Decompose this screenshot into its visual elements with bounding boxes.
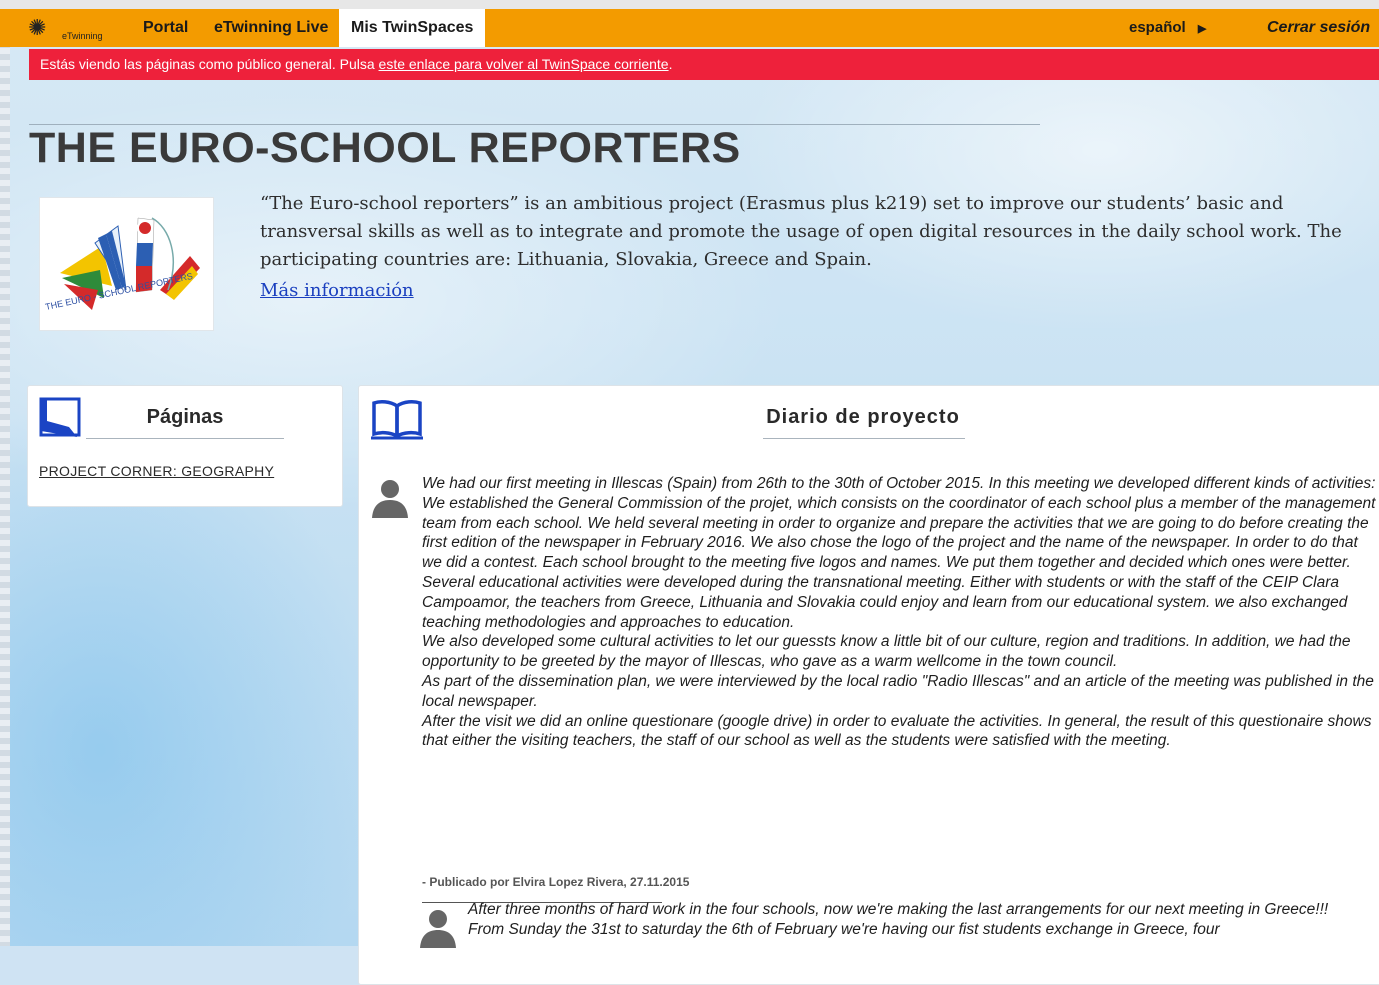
- nav-portal[interactable]: Portal: [143, 9, 188, 47]
- diary-post-1: We had our first meeting in Illescas (Sp…: [422, 474, 1377, 751]
- author-avatar-icon: [372, 480, 408, 518]
- diary-heading-underline: [763, 438, 965, 439]
- post1-paragraph: We also developed some cultural activiti…: [422, 633, 1351, 671]
- post1-paragraph: Several educational activities were deve…: [422, 573, 1348, 631]
- nav-mis-twinspaces[interactable]: Mis TwinSpaces: [339, 9, 486, 47]
- book-icon: [371, 400, 423, 440]
- post1-paragraph: We established the General Commission of…: [422, 494, 1376, 572]
- etwinning-logo-icon: ✺: [28, 15, 47, 40]
- language-arrow-icon: ▶: [1197, 23, 1207, 35]
- diary-post-2: After three months of hard work in the f…: [468, 900, 1373, 940]
- more-info-link[interactable]: Más información: [260, 280, 414, 301]
- language-selector[interactable]: español ▶: [1129, 9, 1206, 47]
- pages-heading-underline: [86, 438, 284, 439]
- browser-edge: [0, 0, 1379, 9]
- notice-tail: .: [668, 56, 673, 72]
- etwinning-logo-text: eTwinning: [62, 31, 103, 41]
- project-diary-panel: Diario de proyecto We had our first meet…: [358, 385, 1379, 985]
- nav-etwinning-live[interactable]: eTwinning Live: [214, 9, 328, 47]
- post2-paragraph: From Sunday the 31st to saturday the 6th…: [468, 920, 1220, 938]
- page-title: THE EURO-SCHOOL REPORTERS: [29, 124, 741, 172]
- back-to-twinspace-link[interactable]: este enlace para volver al TwinSpace cor…: [379, 56, 669, 72]
- project-description: “The Euro-school reporters” is an ambiti…: [260, 193, 1342, 270]
- etwinning-logo[interactable]: ✺ eTwinning: [28, 15, 123, 47]
- logout-link[interactable]: Cerrar sesión: [1267, 9, 1370, 47]
- notice-text: Estás viendo las páginas como público ge…: [40, 56, 379, 72]
- author-avatar-icon: [420, 910, 456, 948]
- diary-heading: Diario de proyecto: [766, 406, 960, 428]
- post1-paragraph: After the visit we did an online questio…: [422, 712, 1372, 750]
- project-logo-graphic: THE EURO - SCHOOL REPORTERS: [44, 217, 200, 312]
- pages-heading: Páginas: [146, 406, 224, 428]
- pages-panel: Páginas PROJECT CORNER: GEOGRAPHY: [27, 385, 343, 507]
- post1-paragraph: We had our first meeting in Illescas (Sp…: [422, 475, 1376, 492]
- public-view-notice: Estás viendo las páginas como público ge…: [29, 49, 1379, 80]
- post1-paragraph: As part of the dissemination plan, we we…: [422, 672, 1374, 710]
- page-link-geography[interactable]: PROJECT CORNER: GEOGRAPHY: [39, 463, 274, 479]
- page-icon: [39, 397, 81, 437]
- language-label: español: [1129, 19, 1186, 36]
- project-logo: THE EURO - SCHOOL REPORTERS: [39, 197, 214, 331]
- left-edge-strip: [0, 0, 10, 946]
- post1-byline: - Publicado por Elvira Lopez Rivera, 27.…: [422, 875, 690, 889]
- post2-paragraph: After three months of hard work in the f…: [468, 901, 1329, 918]
